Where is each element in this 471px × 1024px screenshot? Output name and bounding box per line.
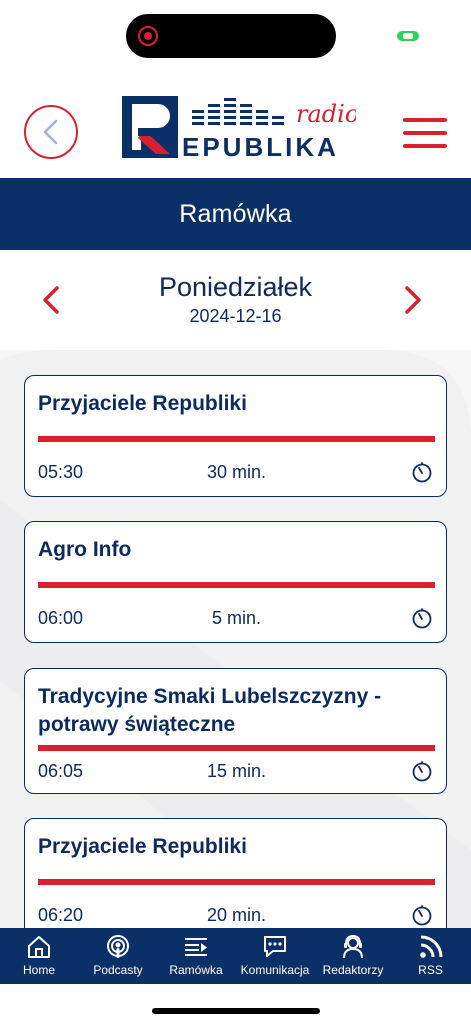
hamburger-menu-button[interactable] — [403, 114, 449, 152]
schedule-item-card[interactable]: Przyjaciele Republiki 05:30 30 min. — [24, 375, 447, 497]
program-duration: 30 min. — [206, 462, 267, 482]
program-title: Przyjaciele Republiki — [38, 835, 247, 858]
logo-radio-text: radio — [296, 100, 356, 128]
tab-label: Redaktorzy — [322, 963, 384, 977]
tab-editors[interactable]: Redaktorzy — [316, 928, 390, 984]
rss-icon — [419, 935, 442, 958]
logo-republika-text: EPUBLIKA — [182, 132, 339, 160]
timer-icon — [412, 761, 432, 782]
program-duration: 15 min. — [206, 761, 267, 781]
tab-label: Ramówka — [169, 963, 223, 977]
dynamic-island — [126, 14, 336, 58]
program-duration: 20 min. — [206, 905, 267, 925]
progress-bar — [38, 879, 435, 885]
schedule-item-card[interactable]: Przyjaciele Republiki 06:20 20 min. — [24, 818, 447, 928]
progress-bar — [38, 745, 435, 751]
bottom-tab-bar: Home Podcasty Ramówka Komunikacja Redakt… — [0, 928, 471, 984]
schedule-list[interactable]: Przyjaciele Republiki 05:30 30 min. Agro… — [0, 350, 471, 928]
home-icon — [28, 936, 50, 958]
page-title: Ramówka — [179, 199, 292, 228]
program-title: Agro Info — [38, 538, 132, 561]
radio-republika-logo[interactable]: radio EPUBLIKA — [120, 92, 356, 160]
timer-icon — [412, 608, 432, 629]
tab-schedule[interactable]: Ramówka — [158, 928, 234, 984]
program-title: Przyjaciele Republiki — [38, 392, 247, 415]
tab-label: RSS — [418, 963, 443, 977]
program-title-line-2: potrawy świąteczne — [38, 713, 236, 736]
tab-label: Komunikacja — [240, 963, 310, 977]
schedule-icon — [185, 938, 207, 956]
tab-label: Home — [22, 963, 55, 977]
timer-icon — [412, 462, 432, 483]
status-bar — [0, 0, 471, 70]
timer-icon — [412, 905, 432, 926]
tab-home[interactable]: Home — [0, 928, 78, 984]
home-indicator[interactable] — [152, 1008, 320, 1014]
day-navigator: Poniedziałek 2024-12-16 — [0, 250, 471, 350]
tab-rss[interactable]: RSS — [390, 928, 471, 984]
program-title-line-1: Tradycyjne Smaki Lubelszczyzny - — [38, 685, 382, 708]
schedule-item-card[interactable]: Agro Info 06:00 5 min. — [24, 521, 447, 643]
schedule-item-card[interactable]: Tradycyjne Smaki Lubelszczyzny - potrawy… — [24, 668, 447, 794]
tab-podcasts[interactable]: Podcasty — [78, 928, 158, 984]
podcast-icon — [107, 935, 129, 958]
back-button[interactable] — [24, 105, 78, 159]
camera-indicator-icon — [397, 31, 419, 41]
menu-line-icon — [403, 131, 447, 135]
tab-communication[interactable]: Komunikacja — [234, 928, 316, 984]
recording-indicator-icon — [138, 26, 158, 46]
progress-bar — [38, 582, 435, 588]
app-header: radio EPUBLIKA — [0, 70, 471, 178]
menu-line-icon — [403, 144, 447, 148]
progress-bar — [38, 436, 435, 442]
menu-line-icon — [403, 118, 447, 122]
program-duration: 5 min. — [211, 608, 262, 628]
chevron-left-icon — [43, 119, 58, 145]
page-title-band: Ramówka — [0, 178, 471, 250]
next-day-button[interactable] — [398, 282, 428, 318]
tab-label: Podcasty — [93, 963, 143, 977]
chat-icon — [264, 936, 286, 957]
editors-icon — [343, 934, 363, 959]
